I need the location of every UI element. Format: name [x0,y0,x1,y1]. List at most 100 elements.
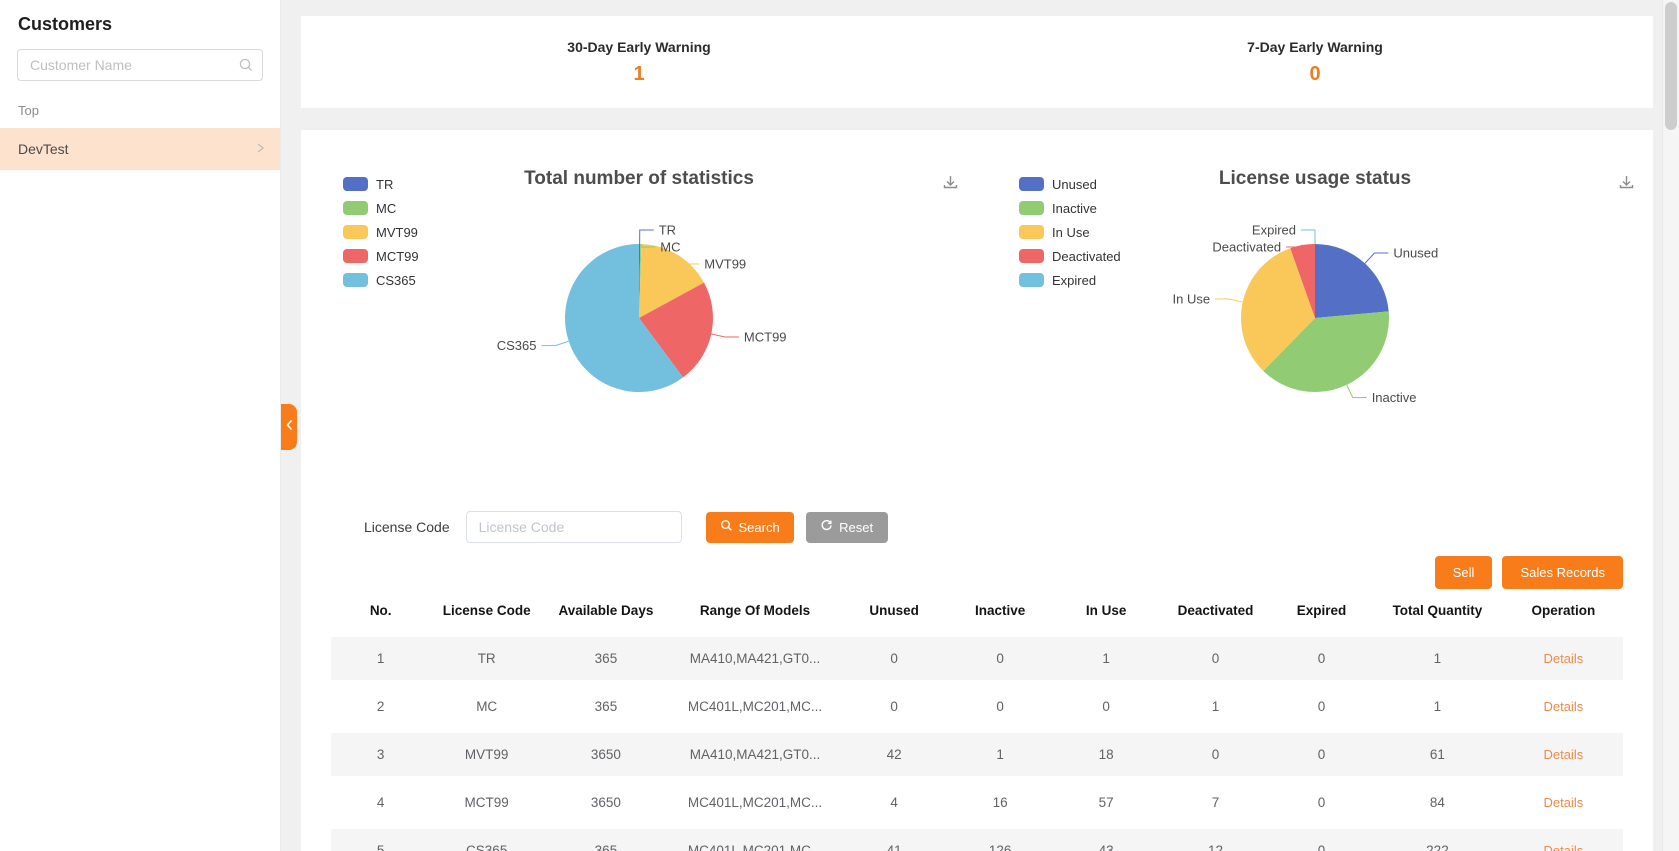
cell-days: 3650 [590,794,621,810]
sidebar-item-devtest[interactable]: DevTest [0,128,280,170]
customer-search-input[interactable] [17,49,263,81]
column-header-operation: Operation [1531,603,1596,619]
page-scrollbar[interactable] [1662,0,1679,851]
table-row: 3 MVT99 3650 MA410,MA421,GT0... 42 1 18 0 0 61 Det… [331,727,1623,781]
cell-inactive: 0 [996,698,1004,714]
cell-total: 61 [1371,727,1504,781]
table-row: 1 TR 365 MA410,MA421,GT0... 0 0 1 0 0 1 Details [331,631,1623,685]
details-link[interactable]: Details [1543,651,1583,666]
pie-label: In Use [1172,292,1210,307]
cell-inactive: 1 [947,727,1054,781]
sell-button[interactable]: Sell [1434,556,1493,589]
search-icon [238,57,254,78]
table-header-row: No. License Code Available Days Range Of Mo… [331,590,1623,634]
cell-total: 1 [1433,698,1442,714]
pie-label-leader [639,229,654,245]
chart-license-usage: License usage status Unused Inactive In Us… [977,130,1653,502]
refresh-icon [820,519,833,535]
cell-unused: 0 [890,698,898,714]
details-link[interactable]: Details [1543,843,1583,851]
details-link[interactable]: Details [1543,795,1583,810]
cell-inuse: 43 [1053,823,1160,851]
table-row: 5 CS365 365 MC401L,MC201,MC... 41 126 43 12 0 222… [331,823,1623,851]
main-content: 30-Day Early Warning 1 7-Day Early Warni… [301,0,1653,851]
cell-license: MC [476,698,498,714]
cell-deactivated: 1 [1211,698,1220,714]
column-header-total: Total Quantity [1392,603,1483,619]
download-icon[interactable] [1618,174,1635,196]
content-card: Total number of statistics TR MC MVT99 MCT9… [301,130,1653,851]
search-button[interactable]: Search [705,511,794,543]
cell-unused: 0 [841,631,948,685]
details-link[interactable]: Details [1543,699,1583,714]
cell-range: MC401L,MC201,MC... [668,823,842,851]
sidebar-collapse-handle[interactable] [281,404,297,450]
sales-records-button[interactable]: Sales Records [1502,556,1623,589]
cell-inuse: 18 [1053,727,1160,781]
column-header-range: Range Of Models [699,603,811,619]
cell-deactivated: 0 [1159,631,1272,685]
column-header-license: License Code [442,603,531,619]
cell-no: 3 [331,727,431,781]
cell-inuse: 1 [1053,631,1160,685]
cell-expired: 0 [1317,794,1326,810]
download-icon[interactable] [942,174,959,196]
cell-expired: 0 [1271,727,1372,781]
magnifier-icon [720,519,733,535]
cell-expired: 0 [1271,631,1372,685]
pie-label: TR [659,223,676,238]
reset-button[interactable]: Reset [805,511,888,543]
pie-label-leader [1364,252,1389,264]
cell-deactivated: 0 [1159,727,1272,781]
search-button-label: Search [738,519,780,535]
cell-license: TR [430,631,543,685]
pie-slice-Unused [1315,244,1389,318]
cell-expired: 0 [1271,823,1372,851]
warning-7day: 7-Day Early Warning 0 [977,16,1653,108]
pie-chart: Unused Inactive In Use Deactivated Expired [1172,223,1438,406]
table-row: 2 MC 365 MC401L,MC201,MC... 0 0 0 1 0 1 Details [331,682,1623,730]
cell-no: 1 [331,631,431,685]
pie-label-leader [1215,298,1243,303]
cell-no: 5 [331,823,431,851]
cell-days: 3650 [543,727,669,781]
cell-unused: 4 [890,794,898,810]
warning-30day-title: 30-Day Early Warning [567,38,711,55]
table-row: 4 MCT99 3650 MC401L,MC201,MC... 4 16 57 7 0 84 Det… [331,778,1623,826]
details-link[interactable]: Details [1543,747,1583,762]
cell-range: MA410,MA421,GT0... [668,727,842,781]
license-table: No. License Code Available Days Range Of Mo… [331,590,1623,851]
pie-label-leader [541,340,569,347]
warning-7day-title: 7-Day Early Warning [1247,38,1383,55]
pie-label: Expired [1252,223,1296,238]
pie-chart: TR MC MVT99 MCT99 CS365 [497,223,787,392]
cell-no: 2 [376,698,385,714]
table-body: 1 TR 365 MA410,MA421,GT0... 0 0 1 0 0 1 Details 2 MC… [331,631,1623,851]
cell-unused: 41 [841,823,948,851]
sidebar-title: Customers [18,14,113,34]
warning-30day-value: 1 [633,62,645,85]
cell-operation: Details [1504,682,1623,730]
cell-inactive: 0 [947,631,1054,685]
cell-total: 222 [1371,823,1504,851]
sidebar-group-label: Top [18,103,39,118]
cell-inactive: 16 [992,794,1008,810]
cell-range: MC401L,MC201,MC... [687,698,823,714]
scrollbar-thumb[interactable] [1665,2,1677,130]
cell-unused: 42 [841,727,948,781]
cell-days: 365 [594,698,618,714]
customers-sidebar: Customers Top DevTest [0,0,281,851]
cell-range: MA410,MA421,GT0... [668,631,842,685]
warning-30day: 30-Day Early Warning 1 [301,16,977,108]
pie-label: MCT99 [744,329,787,344]
pie-label-leader [1301,229,1316,244]
column-header-no: No. [369,603,392,619]
cell-inuse: 57 [1098,794,1114,810]
warning-7day-value: 0 [1309,62,1321,85]
cell-operation: Details [1503,823,1623,851]
reset-button-label: Reset [839,519,874,535]
license-code-input[interactable] [465,511,682,543]
pie-label: MC [660,240,680,255]
cell-no: 4 [376,794,385,810]
cell-days: 365 [543,823,669,851]
